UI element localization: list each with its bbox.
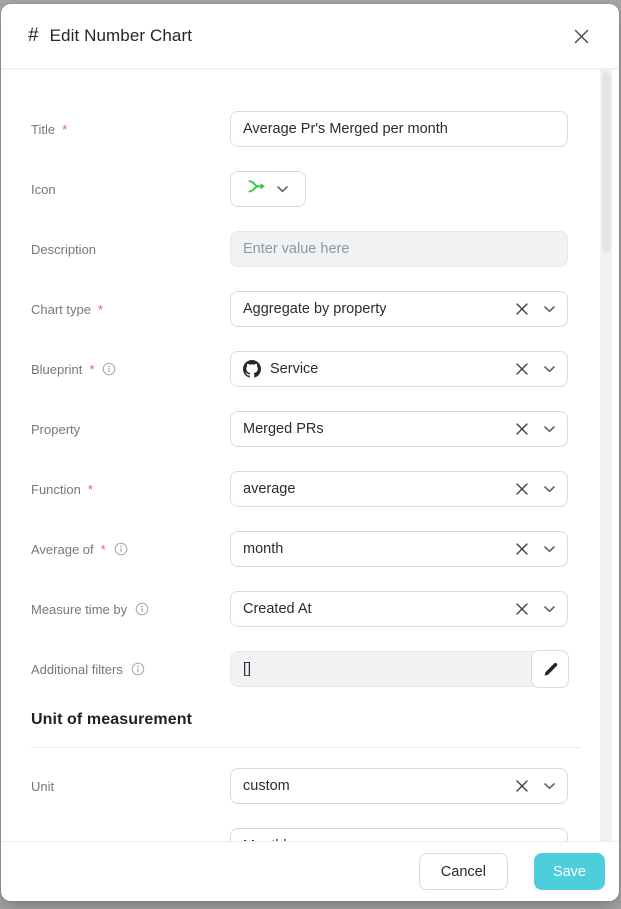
clear-icon[interactable] [516, 351, 528, 387]
chevron-down-icon[interactable] [544, 351, 555, 387]
chevron-down-icon[interactable] [544, 591, 555, 627]
average-of-select[interactable]: month [230, 531, 568, 567]
field-label-text: Average of [31, 542, 94, 557]
field-label: Blueprint * [31, 362, 230, 377]
chevron-down-icon[interactable] [544, 291, 555, 327]
additional-filters-input: [] [230, 651, 568, 687]
field-label-text: Title [31, 122, 55, 137]
info-icon[interactable] [114, 542, 128, 556]
close-icon[interactable] [569, 24, 593, 48]
modal-header: # Edit Number Chart [1, 4, 619, 69]
form-row-blueprint: Blueprint * Service [31, 351, 619, 387]
required-asterisk: * [88, 482, 93, 497]
scrollbar[interactable] [600, 70, 612, 841]
field-label: Additional filters [31, 662, 230, 677]
chevron-down-icon[interactable] [544, 411, 555, 447]
number-chart-hash-icon: # [28, 25, 39, 47]
chevron-down-icon[interactable] [544, 471, 555, 507]
unit-select[interactable]: custom [230, 768, 568, 804]
github-icon [243, 360, 261, 378]
select-value: Created At [243, 601, 312, 617]
save-button[interactable]: Save [534, 853, 605, 890]
field-label: Title * [31, 122, 230, 137]
description-input[interactable] [230, 231, 568, 267]
form-row-description: Description [31, 231, 619, 267]
function-select[interactable]: average [230, 471, 568, 507]
field-label: Measure time by [31, 602, 230, 617]
clear-icon[interactable] [516, 768, 528, 804]
select-value: Merged PRs [243, 421, 324, 437]
field-label-text: Blueprint [31, 362, 82, 377]
clear-icon[interactable] [516, 411, 528, 447]
custom-unit-select[interactable]: Monthly [230, 828, 568, 841]
select-value: average [243, 481, 295, 497]
required-asterisk: * [101, 542, 106, 557]
field-label-text: Icon [31, 182, 56, 197]
field-label-text: Unit [31, 779, 54, 794]
edit-filters-button[interactable] [531, 650, 569, 688]
field-label: Property [31, 422, 230, 437]
field-label: Unit [31, 779, 230, 794]
modal-title: Edit Number Chart [50, 26, 192, 46]
field-label: Function * [31, 482, 230, 497]
info-icon[interactable] [131, 662, 145, 676]
section-heading-unit-of-measurement: Unit of measurement [31, 711, 619, 729]
blueprint-select[interactable]: Service [230, 351, 568, 387]
field-label-text: Function [31, 482, 81, 497]
field-label-text: Additional filters [31, 662, 123, 677]
select-value: month [243, 541, 283, 557]
chart-type-select[interactable]: Aggregate by property [230, 291, 568, 327]
field-label-text: Measure time by [31, 602, 127, 617]
chevron-down-icon[interactable] [277, 180, 288, 198]
field-label: Average of * [31, 542, 230, 557]
field-label: Description [31, 242, 230, 257]
scrollbar-thumb[interactable] [602, 72, 611, 252]
form-row-average-of: Average of * month [31, 531, 619, 567]
field-label: Chart type * [31, 302, 230, 317]
measure-time-by-select[interactable]: Created At [230, 591, 568, 627]
title-input[interactable] [230, 111, 568, 147]
clear-icon[interactable] [516, 591, 528, 627]
select-value: Aggregate by property [243, 301, 386, 317]
select-value: custom [243, 778, 290, 794]
form-row-function: Function * average [31, 471, 619, 507]
section-divider [31, 747, 581, 748]
form-row-property: Property Merged PRs [31, 411, 619, 447]
field-label-text: Property [31, 422, 80, 437]
modal-footer: Cancel Save [1, 841, 619, 901]
cancel-button[interactable]: Cancel [419, 853, 508, 890]
info-icon[interactable] [102, 362, 116, 376]
form-row-custom-unit: Monthly [31, 828, 619, 841]
field-label: Icon [31, 182, 230, 197]
required-asterisk: * [62, 122, 67, 137]
form-row-unit: Unit custom [31, 768, 619, 804]
form-row-additional-filters: Additional filters [] [31, 651, 619, 687]
property-select[interactable]: Merged PRs [230, 411, 568, 447]
required-asterisk: * [89, 362, 94, 377]
form-row-icon: Icon [31, 171, 619, 207]
chevron-down-icon[interactable] [544, 768, 555, 804]
form-row-title: Title * [31, 111, 619, 147]
field-label-text: Description [31, 242, 96, 257]
chevron-down-icon[interactable] [544, 531, 555, 567]
select-value: Service [270, 361, 318, 377]
clear-icon[interactable] [516, 471, 528, 507]
icon-picker[interactable] [230, 171, 306, 207]
field-label-text: Chart type [31, 302, 91, 317]
info-icon[interactable] [135, 602, 149, 616]
clear-icon[interactable] [516, 531, 528, 567]
form-row-chart-type: Chart type * Aggregate by property [31, 291, 619, 327]
git-merge-icon [248, 179, 266, 199]
clear-icon[interactable] [516, 291, 528, 327]
filters-value: [] [243, 661, 251, 677]
edit-number-chart-modal: # Edit Number Chart Title * Icon [1, 4, 619, 901]
form-row-measure-time-by: Measure time by Created At [31, 591, 619, 627]
modal-body: Title * Icon [1, 69, 619, 841]
required-asterisk: * [98, 302, 103, 317]
